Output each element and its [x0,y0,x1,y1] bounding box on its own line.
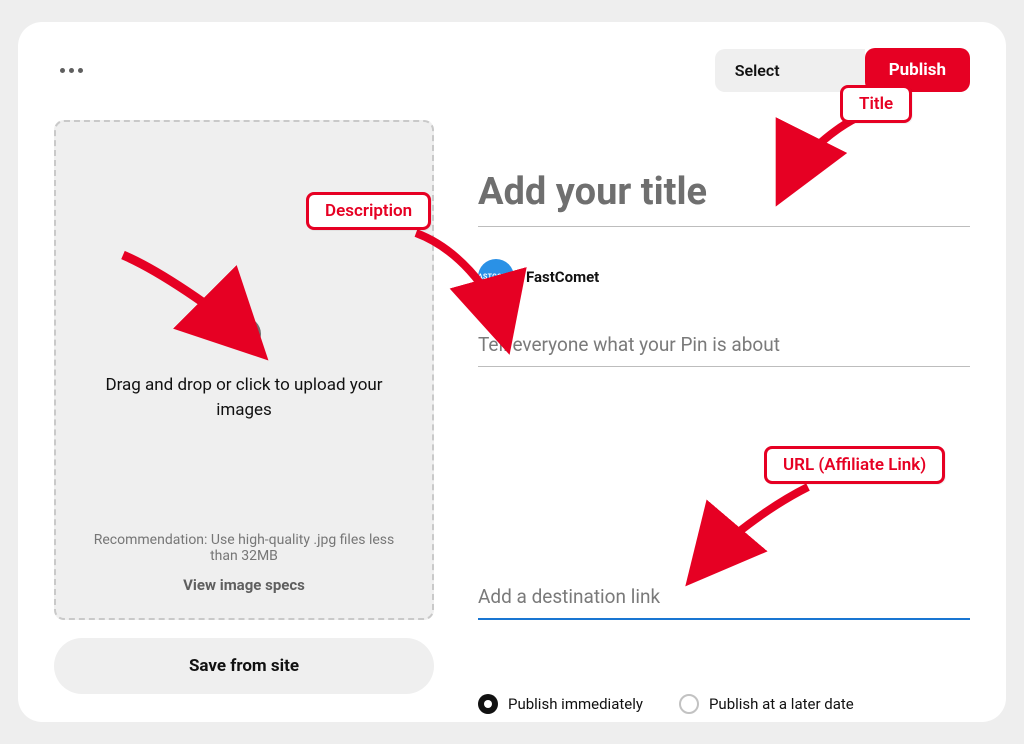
save-from-site-button[interactable]: Save from site [54,638,434,694]
annotation-url-arrow [698,482,818,572]
more-options-icon[interactable] [54,62,89,79]
pin-editor-card: Select Publish Drag and drop or click to… [18,22,1006,722]
annotation-url: URL (Affiliate Link) [764,446,945,484]
profile-name: FastComet [526,268,599,286]
radio-checked-icon [478,694,498,714]
board-select-label: Select [735,61,780,80]
publish-later-radio[interactable]: Publish at a later date [679,694,854,714]
drop-zone-text: Drag and drop or click to upload your im… [76,373,412,422]
title-input[interactable] [478,164,970,227]
drop-zone-recommendation: Recommendation: Use high-quality .jpg fi… [56,532,432,564]
radio-unchecked-icon [679,694,699,714]
annotation-title-arrow [788,112,878,192]
destination-url-input[interactable] [478,577,970,620]
header: Select Publish [54,48,970,92]
annotation-title: Title [840,85,912,123]
publish-timing-radios: Publish immediately Publish at a later d… [478,694,970,714]
annotation-upload-arrow [118,250,258,350]
annotation-description-arrow [406,228,516,338]
radio-label: Publish at a later date [709,695,854,713]
view-image-specs-link[interactable]: View image specs [56,576,432,594]
annotation-description: Description [306,192,431,230]
profile-row: FASTCOMET FastComet [478,259,970,295]
description-input[interactable] [478,325,970,367]
radio-label: Publish immediately [508,695,643,713]
publish-immediately-radio[interactable]: Publish immediately [478,694,643,714]
